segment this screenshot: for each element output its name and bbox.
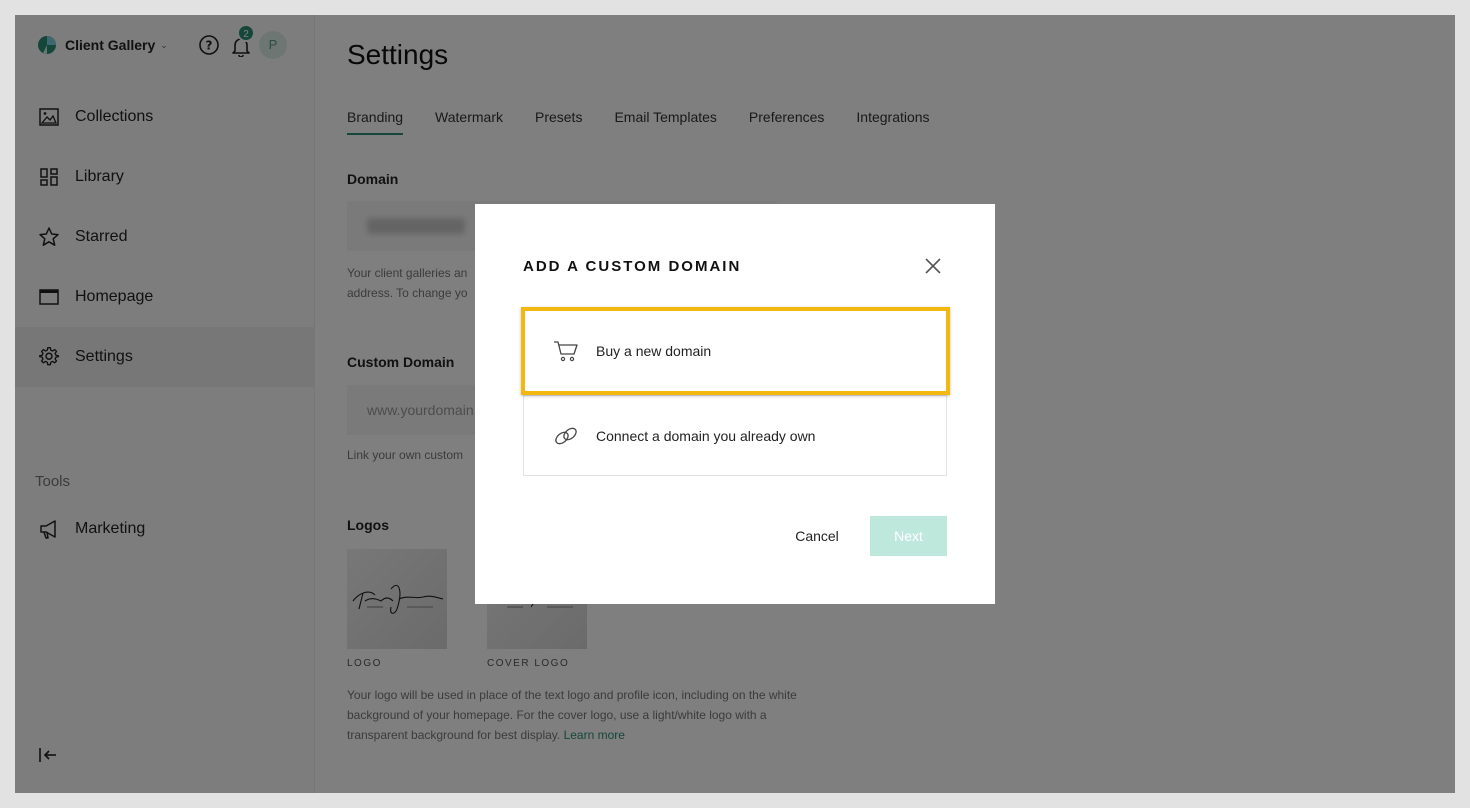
close-icon[interactable] [923, 256, 943, 276]
cart-icon [554, 341, 578, 362]
link-icon [555, 427, 577, 444]
option-label: Connect a domain you already own [596, 427, 816, 444]
dialog-title: ADD A CUSTOM DOMAIN [523, 258, 742, 275]
next-button[interactable]: Next [870, 516, 947, 556]
add-custom-domain-dialog: ADD A CUSTOM DOMAIN Connect a domain you… [475, 204, 995, 604]
buy-domain-option[interactable]: Buy a new domain [521, 307, 950, 395]
cancel-button[interactable]: Cancel [775, 516, 859, 556]
connect-domain-option[interactable]: Connect a domain you already own [523, 395, 947, 476]
option-label: Buy a new domain [596, 343, 712, 359]
